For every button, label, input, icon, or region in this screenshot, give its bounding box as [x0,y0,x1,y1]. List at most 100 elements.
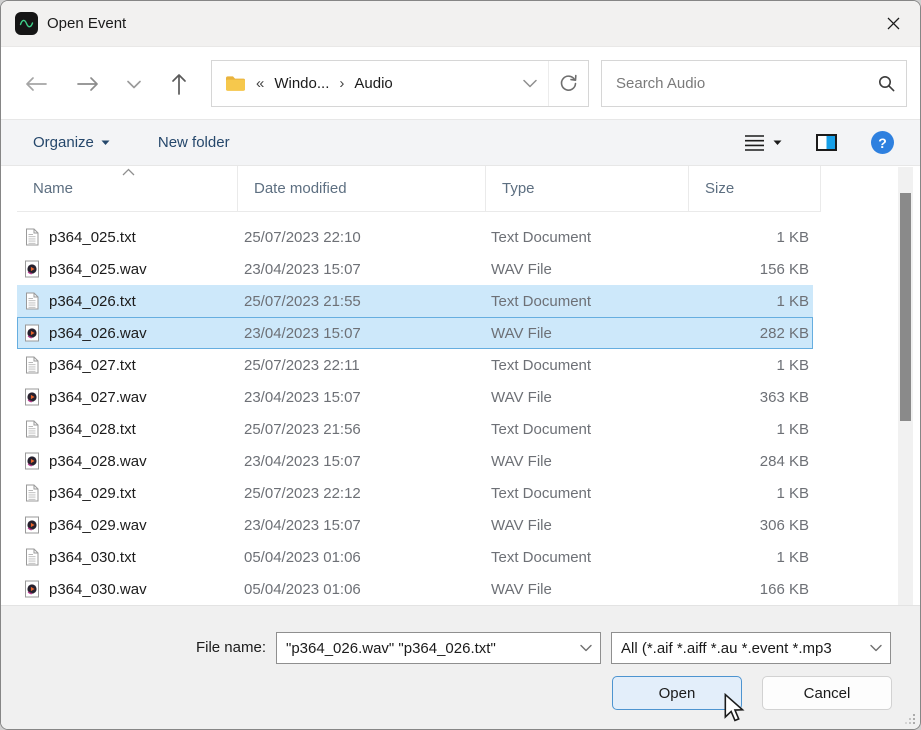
navigation-bar: « Windo... › Audio [1,46,920,119]
text-document-icon [24,292,40,310]
file-row[interactable]: p364_025.wav 23/04/2023 15:07 WAV File 1… [17,253,813,285]
dialog-title: Open Event [47,15,126,32]
scrollbar-thumb[interactable] [900,193,911,421]
file-name: p364_030.txt [49,541,136,573]
breadcrumb-overflow[interactable]: « [256,75,264,92]
up-button[interactable] [164,69,194,99]
file-type: WAV File [491,445,552,477]
file-row[interactable]: p364_029.txt 25/07/2023 22:12 Text Docum… [17,477,813,509]
file-name-label: File name: [1,639,266,656]
file-size: 363 KB [760,381,809,413]
mouse-cursor [722,693,746,723]
file-row[interactable]: p364_028.wav 23/04/2023 15:07 WAV File 2… [17,445,813,477]
refresh-icon [559,74,578,93]
help-label: ? [878,135,887,151]
file-size: 156 KB [760,253,809,285]
column-header-date-modified[interactable]: Date modified [238,166,486,212]
organize-button[interactable]: Organize [33,134,110,151]
column-header-name[interactable]: Name [17,166,238,212]
file-row[interactable]: p364_029.wav 23/04/2023 15:07 WAV File 3… [17,509,813,541]
file-type-icon [23,541,41,573]
address-bar[interactable]: « Windo... › Audio [211,60,589,107]
wav-file-icon [24,452,40,470]
address-dropdown-button[interactable] [516,79,544,88]
file-type: WAV File [491,253,552,285]
file-row[interactable]: p364_026.wav 23/04/2023 15:07 WAV File 2… [17,317,813,349]
forward-arrow-icon [77,76,99,92]
file-row[interactable]: p364_030.wav 05/04/2023 01:06 WAV File 1… [17,573,813,605]
chevron-down-icon [127,80,141,89]
column-header-type[interactable]: Type [486,166,689,212]
file-type-combobox[interactable]: All (*.aif *.aiff *.au *.event *.mp3 [611,632,891,664]
file-name-dropdown-button[interactable] [572,644,600,652]
file-date-modified: 25/07/2023 22:11 [244,349,360,381]
file-size: 1 KB [776,221,809,253]
close-icon [886,16,901,31]
file-date-modified: 23/04/2023 15:07 [244,253,361,285]
file-name: p364_025.wav [49,253,147,285]
file-type-icon [23,349,41,381]
file-type-icon [23,477,41,509]
file-date-modified: 25/07/2023 22:12 [244,477,361,509]
file-row[interactable]: p364_027.wav 23/04/2023 15:07 WAV File 3… [17,381,813,413]
help-button[interactable]: ? [871,131,894,154]
file-type: WAV File [491,381,552,413]
back-button[interactable] [21,69,51,99]
file-size: 282 KB [760,317,809,349]
file-type-dropdown-button[interactable] [862,644,890,652]
text-document-icon [24,484,40,502]
wav-file-icon [24,580,40,598]
refresh-button[interactable] [548,61,588,106]
file-type: Text Document [491,285,591,317]
file-name: p364_030.wav [49,573,147,605]
chevron-down-icon [523,79,537,88]
recent-locations-button[interactable] [119,69,149,99]
file-name-combobox[interactable]: "p364_026.wav" "p364_026.txt" [276,632,601,664]
folder-icon [225,75,246,92]
new-folder-button[interactable]: New folder [158,134,230,151]
file-type-icon [23,253,41,285]
vertical-scrollbar[interactable] [898,167,913,605]
breadcrumb-current[interactable]: Audio [354,75,392,92]
file-name: p364_027.txt [49,349,136,381]
close-button[interactable] [876,7,910,39]
back-arrow-icon [25,76,47,92]
chevron-down-icon [773,140,782,146]
change-view-button[interactable] [744,134,782,152]
file-type-icon [23,381,41,413]
file-row[interactable]: p364_025.txt 25/07/2023 22:10 Text Docum… [17,221,813,253]
file-type-icon [23,221,41,253]
search-icon [878,75,895,92]
file-list: p364_025.txt 25/07/2023 22:10 Text Docum… [1,213,898,605]
search-input[interactable] [616,75,866,92]
breadcrumb-parent[interactable]: Windo... [274,75,329,92]
breadcrumb-separator: › [339,75,344,92]
file-type: WAV File [491,509,552,541]
file-row[interactable]: p364_026.txt 25/07/2023 21:55 Text Docum… [17,285,813,317]
file-row[interactable]: p364_027.txt 25/07/2023 22:11 Text Docum… [17,349,813,381]
file-name: p364_027.wav [49,381,147,413]
file-date-modified: 23/04/2023 15:07 [244,317,361,349]
preview-pane-button[interactable] [816,134,837,151]
file-row[interactable]: p364_028.txt 25/07/2023 21:56 Text Docum… [17,413,813,445]
cancel-button[interactable]: Cancel [762,676,892,710]
forward-button[interactable] [73,69,103,99]
file-size: 306 KB [760,509,809,541]
file-date-modified: 23/04/2023 15:07 [244,509,361,541]
up-arrow-icon [171,73,187,95]
file-size: 1 KB [776,477,809,509]
column-header-size[interactable]: Size [689,166,821,212]
file-date-modified: 23/04/2023 15:07 [244,445,361,477]
file-name: p364_028.txt [49,413,136,445]
file-row[interactable]: p364_030.txt 05/04/2023 01:06 Text Docum… [17,541,813,573]
column-header-row: Name Date modified Type Size [17,166,821,213]
file-type: WAV File [491,573,552,605]
file-date-modified: 05/04/2023 01:06 [244,573,361,605]
search-box [601,60,907,107]
text-document-icon [24,356,40,374]
resize-grip[interactable] [903,712,917,726]
file-type: Text Document [491,349,591,381]
search-button[interactable] [866,75,906,92]
file-type: Text Document [491,221,591,253]
wav-file-icon [24,260,40,278]
